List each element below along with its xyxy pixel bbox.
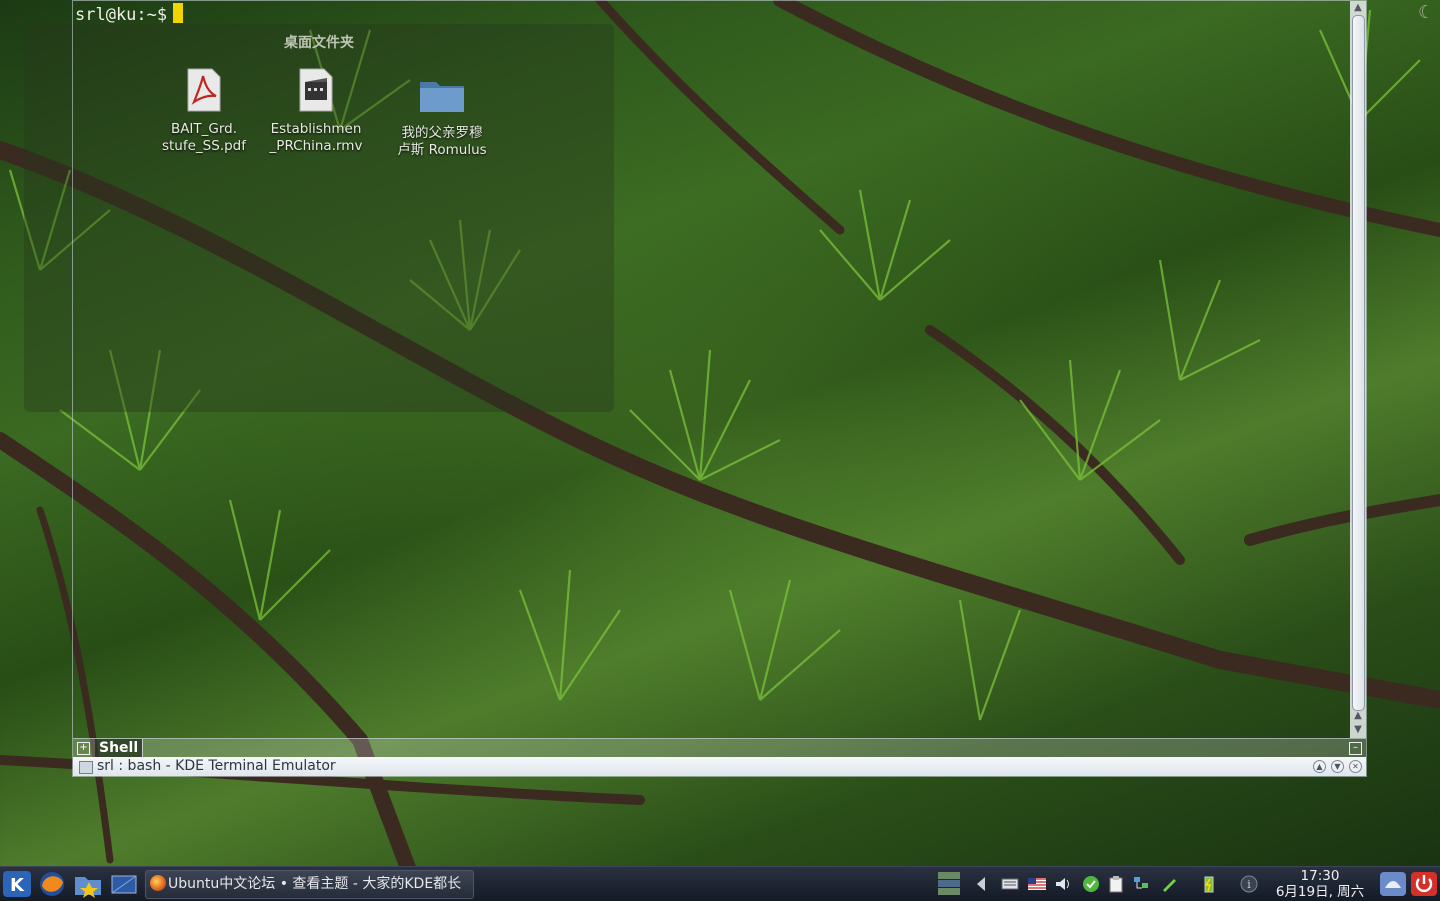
svg-text:i: i: [1247, 878, 1251, 891]
clipboard-icon[interactable]: [1107, 875, 1125, 893]
scrollbar-thumb[interactable]: [1352, 15, 1365, 711]
firefox-icon[interactable]: [37, 870, 67, 898]
scroll-up-small-icon[interactable]: ▲: [1350, 709, 1366, 723]
desktop-icon[interactable]: [109, 870, 139, 898]
terminal-app-icon[interactable]: [79, 761, 93, 774]
bottom-panel: K Ubuntu中文论坛 • 查看主题 - 大家的KDE都长 i 17:30 6…: [0, 866, 1440, 901]
info-icon[interactable]: i: [1240, 875, 1258, 893]
new-tab-icon[interactable]: +: [77, 742, 90, 755]
close-tab-icon[interactable]: –: [1349, 742, 1362, 755]
klipper-pen-icon[interactable]: [1160, 875, 1178, 893]
minimize-icon[interactable]: ▼: [1331, 760, 1344, 773]
scroll-up-icon[interactable]: ▲: [1350, 1, 1366, 15]
terminal-tab-bar: + Shell –: [73, 738, 1366, 758]
network-icon[interactable]: [1132, 875, 1150, 893]
terminal-cursor: [173, 3, 184, 23]
volume-icon[interactable]: [1054, 875, 1072, 893]
update-notifier-icon[interactable]: [1082, 875, 1100, 893]
terminal-scrollbar[interactable]: ▲ ▲ ▼: [1350, 1, 1366, 738]
battery-power-icon[interactable]: [1200, 875, 1218, 893]
firefox-task-icon: [150, 875, 166, 891]
tray-expand-icon[interactable]: [972, 875, 990, 893]
clock-time: 17:30: [1300, 868, 1340, 884]
window-title: srl : bash - KDE Terminal Emulator: [97, 758, 336, 774]
scroll-down-icon[interactable]: ▼: [1350, 723, 1366, 737]
kde-menu-icon[interactable]: K: [2, 870, 32, 898]
desktop-pager[interactable]: [937, 871, 961, 897]
svg-text:K: K: [10, 875, 25, 896]
shutdown-icon[interactable]: [1409, 870, 1439, 898]
file-manager-icon[interactable]: [73, 870, 103, 898]
clock-date: 6月19日, 周六: [1275, 884, 1365, 900]
taskbar-item-firefox[interactable]: Ubuntu中文论坛 • 查看主题 - 大家的KDE都长: [145, 870, 474, 899]
keep-above-icon[interactable]: ▲: [1313, 760, 1326, 773]
lock-screen-icon[interactable]: [1378, 870, 1408, 898]
terminal-prompt[interactable]: srl@ku:~$: [75, 3, 184, 25]
close-icon[interactable]: ✕: [1349, 760, 1362, 773]
keyboard-icon[interactable]: [1001, 875, 1019, 893]
panel-clock[interactable]: 17:30 6月19日, 周六: [1268, 868, 1372, 900]
tab-shell[interactable]: Shell: [95, 739, 144, 757]
us-flag-icon[interactable]: [1028, 875, 1046, 893]
task-label: Ubuntu中文论坛 • 查看主题 - 大家的KDE都长: [168, 876, 462, 892]
window-titlebar[interactable]: srl : bash - KDE Terminal Emulator ▲ ▼ ✕: [73, 757, 1366, 776]
terminal-window[interactable]: srl@ku:~$ ▲ ▲ ▼ + Shell – srl : bash - K…: [72, 0, 1367, 777]
dashboard-moon-icon[interactable]: ☾: [1418, 2, 1438, 24]
